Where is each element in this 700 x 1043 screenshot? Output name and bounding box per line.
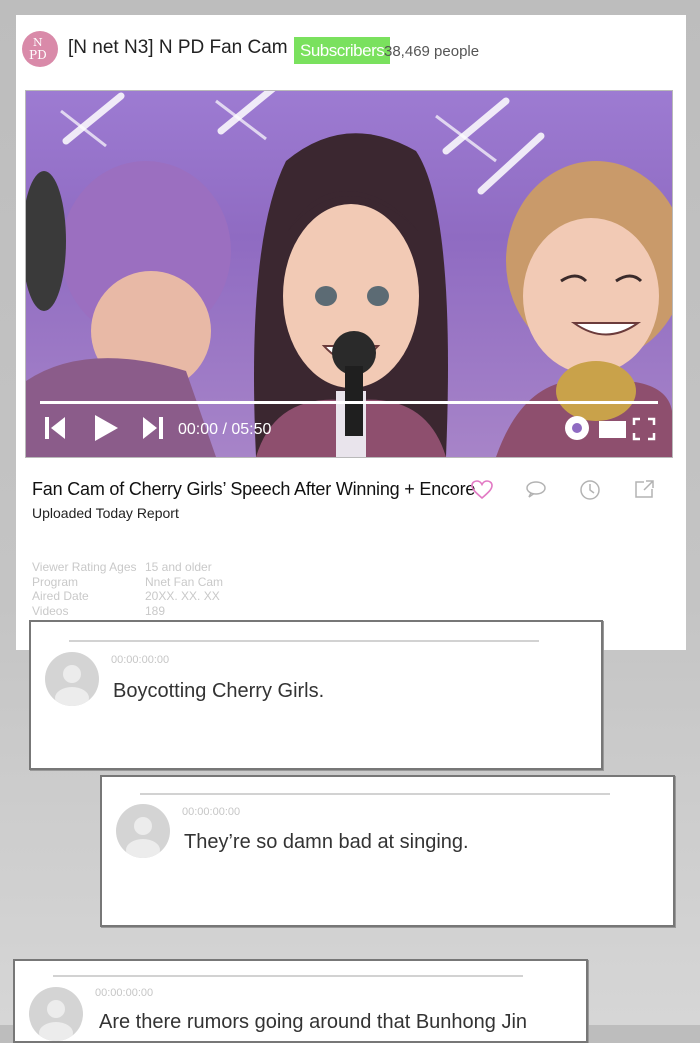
progress-bar[interactable]	[40, 401, 658, 404]
skip-previous-icon[interactable]	[42, 415, 68, 441]
divider	[53, 975, 523, 977]
play-icon[interactable]	[92, 413, 120, 443]
info-row: Videos 189	[32, 603, 166, 618]
comment-timestamp: 00:00:00:00	[111, 654, 170, 666]
info-row: Aired Date 20XX. XX. XX	[32, 589, 220, 603]
user-icon	[126, 817, 160, 858]
avatar[interactable]	[116, 804, 170, 858]
channel-name[interactable]: [N net N3] N PD Fan Cam	[68, 37, 288, 59]
theater-mode-icon[interactable]	[598, 419, 628, 439]
comment-icon[interactable]	[525, 480, 547, 498]
comment-text: Boycotting Cherry Girls.	[113, 680, 325, 702]
video-card: N PD [N net N3] N PD Fan Cam Subscribers…	[16, 15, 686, 650]
channel-logo[interactable]: N PD	[22, 31, 58, 67]
comment-text: They’re so damn bad at singing.	[184, 831, 469, 853]
share-icon[interactable]	[634, 479, 656, 499]
info-row: Program Nnet Fan Cam	[32, 574, 224, 589]
settings-icon[interactable]	[564, 415, 590, 441]
subscribers-badge[interactable]: Subscribers	[294, 37, 391, 64]
divider	[69, 640, 539, 642]
avatar[interactable]	[45, 652, 99, 706]
fullscreen-icon[interactable]	[632, 417, 656, 441]
comment-card: 00:00:00:00 They’re so damn bad at singi…	[100, 775, 675, 927]
skip-next-icon[interactable]	[140, 415, 166, 441]
comment-timestamp: 00:00:00:00	[182, 806, 241, 818]
comment-card: 00:00:00:00 Are there rumors going aroun…	[13, 959, 588, 1043]
subscribers-count: 38,469 people	[384, 43, 480, 60]
comment-text: Are there rumors going around that Bunho…	[99, 1011, 528, 1033]
program-info: Viewer Rating Ages 15 and older Program …	[32, 560, 223, 618]
comment-card: 00:00:00:00 Boycotting Cherry Girls.	[29, 620, 603, 770]
playback-time: 00:00 / 05:50	[178, 421, 272, 438]
user-icon	[55, 665, 89, 706]
comment-timestamp: 00:00:00:00	[95, 987, 154, 999]
video-player[interactable]: 00:00 / 05:50	[25, 90, 673, 458]
watch-later-icon[interactable]	[579, 479, 601, 501]
info-row: Viewer Rating Ages 15 and older	[32, 560, 212, 574]
heart-icon[interactable]	[471, 480, 493, 500]
avatar[interactable]	[29, 987, 83, 1041]
divider	[140, 793, 610, 795]
user-icon	[39, 1000, 73, 1041]
upload-info: Uploaded Today Report	[32, 505, 179, 521]
video-title: Fan Cam of Cherry Girls’ Speech After Wi…	[32, 479, 476, 499]
